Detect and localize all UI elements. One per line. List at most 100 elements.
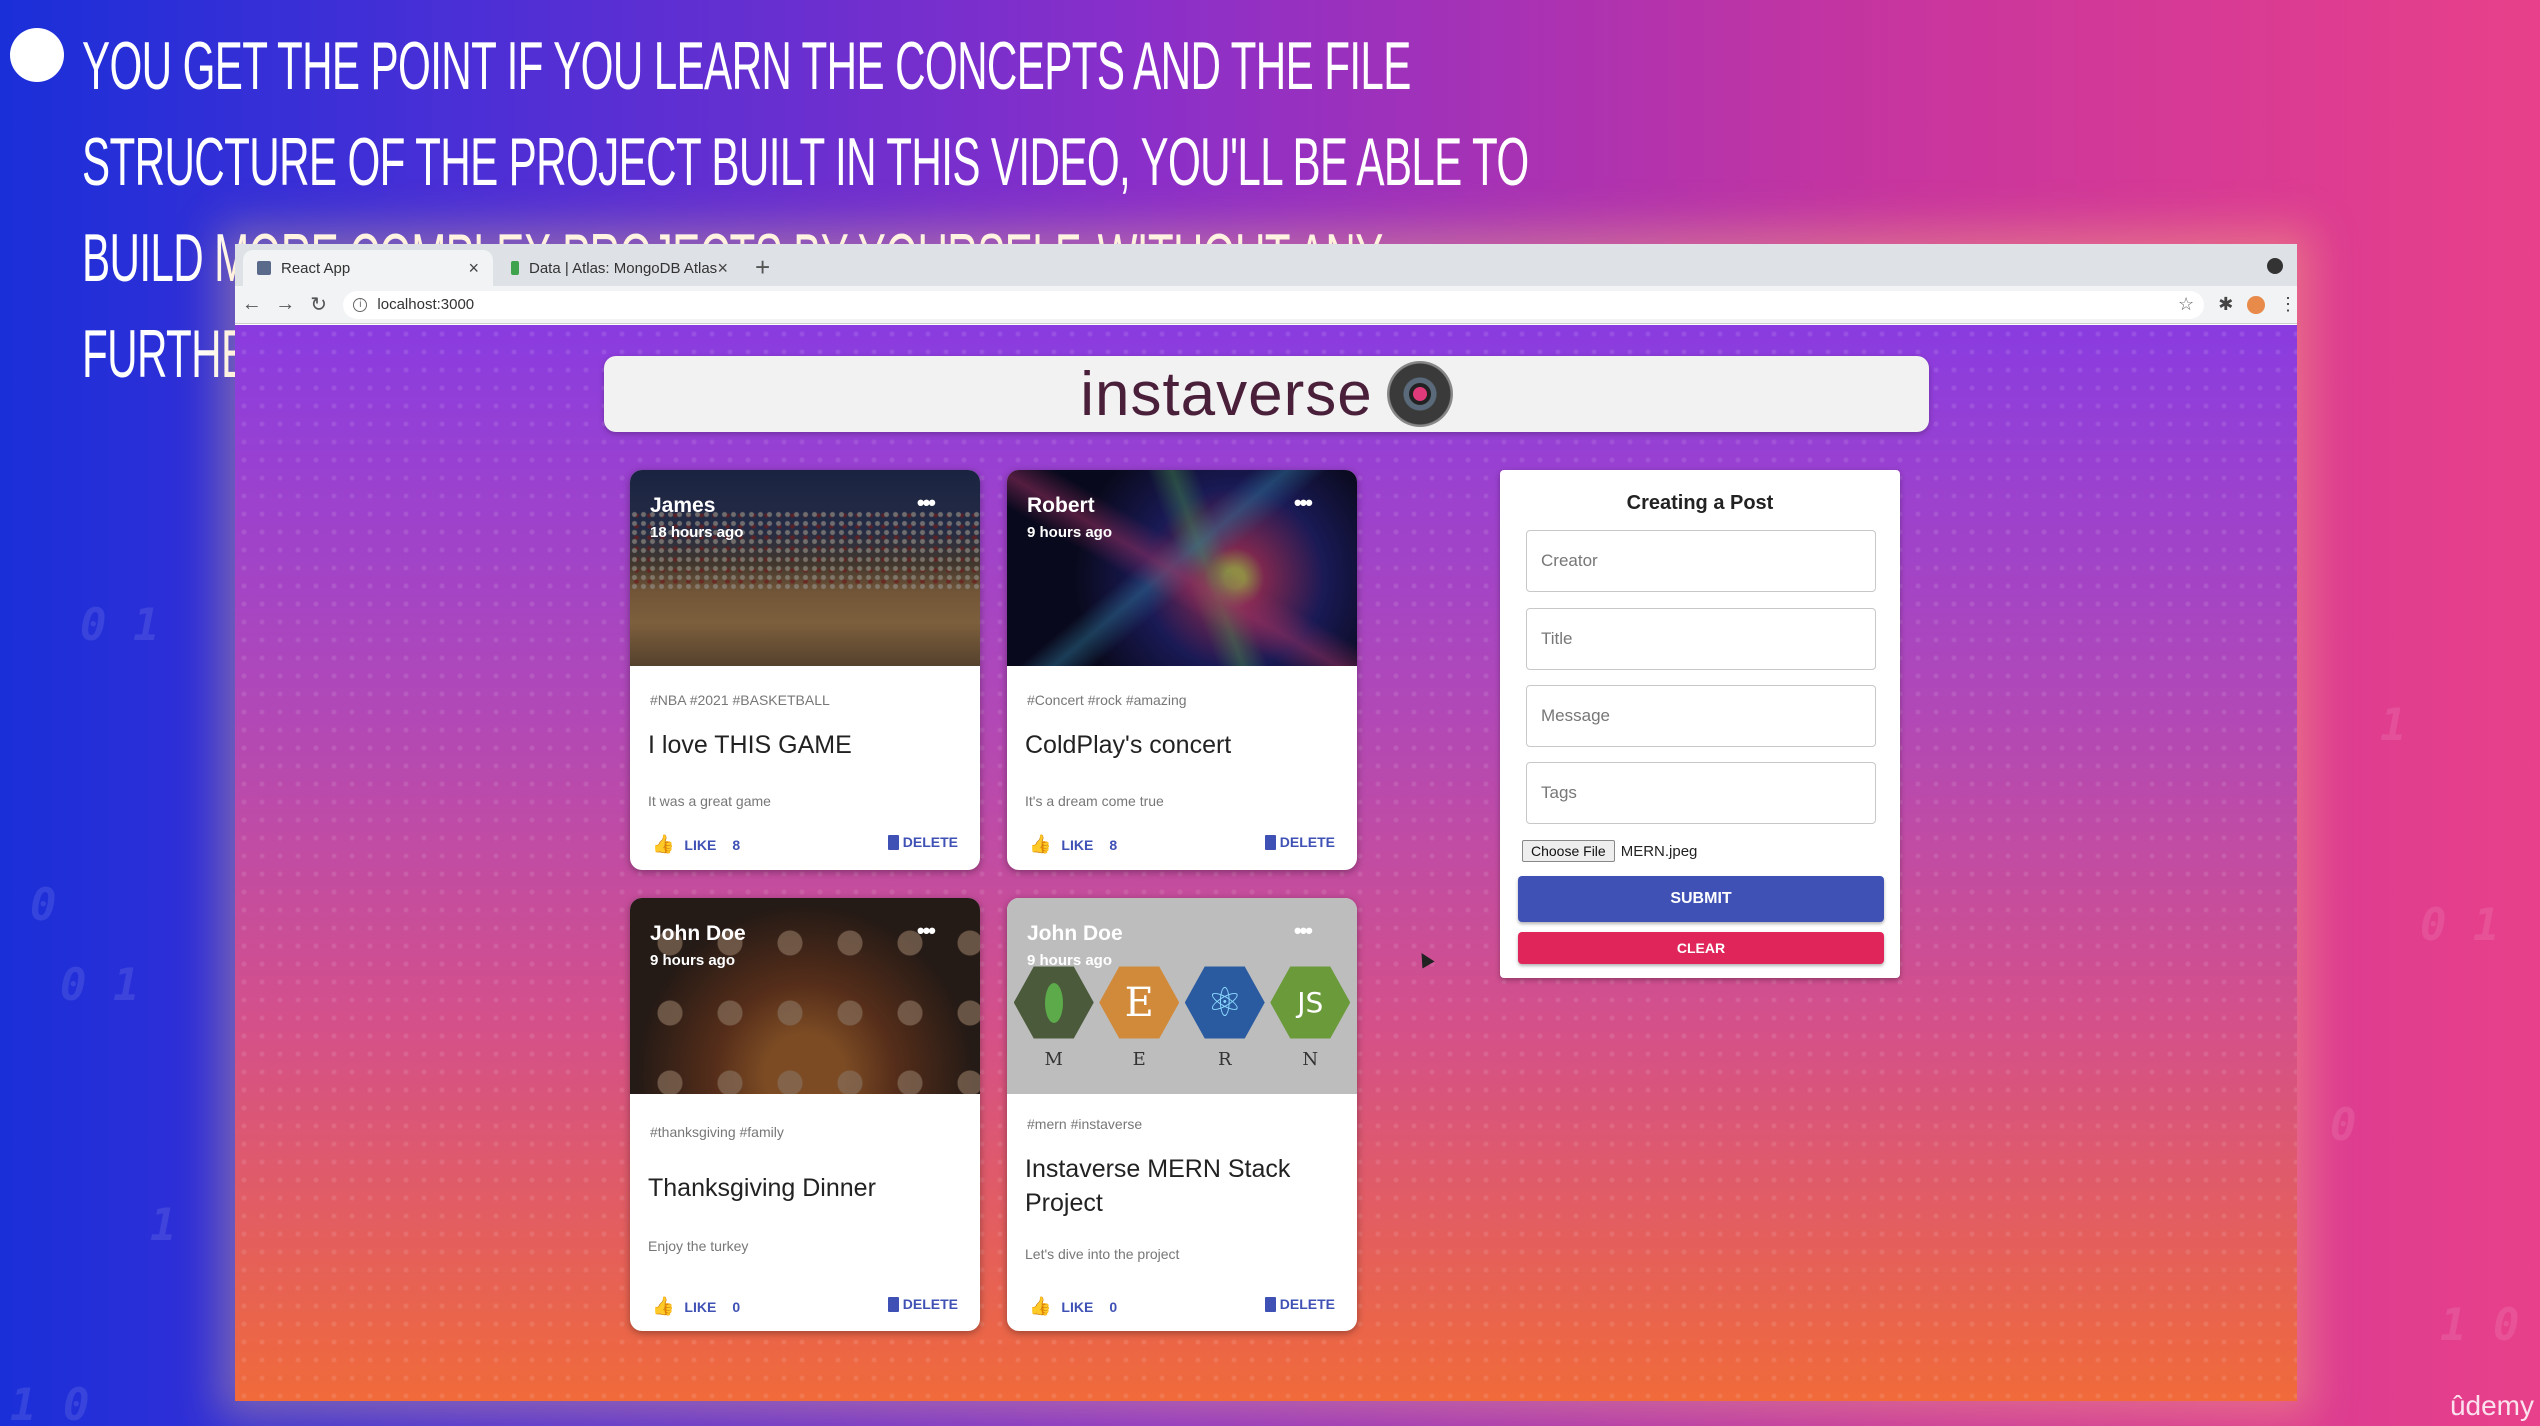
- address-text: localhost:3000: [377, 296, 475, 313]
- form-title: Creating a Post: [1626, 492, 1774, 514]
- back-arrow-icon[interactable]: ←: [235, 293, 268, 316]
- delete-button[interactable]: DELETE: [887, 834, 958, 850]
- close-tab-icon[interactable]: ×: [468, 258, 479, 279]
- post-creator: John Doe: [1027, 922, 1123, 945]
- post-title: ColdPlay's concert: [1025, 731, 1232, 759]
- forward-arrow-icon[interactable]: →: [268, 293, 301, 316]
- title-field[interactable]: Title: [1526, 608, 1876, 670]
- udemy-watermark: ûdemy: [2449, 1390, 2534, 1421]
- browser-window: React App × Data | Atlas: MongoDB Atlas …: [235, 244, 2297, 1401]
- post-card: John Doe 9 hours ago ••• #thanksgiving #…: [630, 898, 980, 1331]
- like-button[interactable]: 👍 LIKE 8: [652, 834, 740, 855]
- post-title: Thanksgiving Dinner: [648, 1174, 876, 1202]
- tab-bar: React App × Data | Atlas: MongoDB Atlas …: [235, 244, 2297, 286]
- tab-mongodb-atlas[interactable]: Data | Atlas: MongoDB Atlas ×: [497, 250, 742, 286]
- choose-file-button[interactable]: Choose File: [1522, 840, 1615, 862]
- post-creator: Robert: [1027, 494, 1095, 517]
- post-title: I love THIS GAME: [648, 731, 852, 759]
- post-tags: #Concert #rock #amazing: [1027, 692, 1187, 708]
- post-creator: James: [650, 494, 716, 517]
- post-message: It was a great game: [648, 793, 771, 809]
- message-field[interactable]: Message: [1526, 685, 1876, 747]
- delete-label: DELETE: [902, 834, 958, 850]
- tab-label: Data | Atlas: MongoDB Atlas: [529, 259, 718, 277]
- post-message: Let's dive into the project: [1025, 1246, 1180, 1262]
- creator-field[interactable]: Creator: [1526, 530, 1876, 592]
- more-options-icon[interactable]: •••: [1294, 918, 1313, 944]
- app-bar: instaverse: [604, 356, 1929, 432]
- delete-label: DELETE: [902, 1296, 958, 1312]
- like-button[interactable]: 👍 LIKE 0: [1029, 1296, 1117, 1317]
- delete-button[interactable]: DELETE: [1264, 1296, 1335, 1312]
- post-time: 18 hours ago: [650, 524, 744, 541]
- post-creator: John Doe: [650, 922, 746, 945]
- menu-kebab-icon[interactable]: ⋮: [2279, 294, 2297, 315]
- new-tab-button[interactable]: +: [755, 252, 770, 283]
- post-card: Robert 9 hours ago ••• #Concert #rock #a…: [1007, 470, 1357, 870]
- close-tab-icon[interactable]: ×: [717, 258, 728, 279]
- trash-icon: [887, 834, 899, 850]
- tab-label: React App: [281, 259, 351, 277]
- bookmark-star-icon[interactable]: ☆: [2178, 294, 2194, 315]
- like-count: 0: [1109, 1298, 1118, 1315]
- post-message: It's a dream come true: [1025, 793, 1164, 809]
- file-name: MERN.jpeg: [1620, 842, 1698, 860]
- submit-button[interactable]: SUBMIT: [1518, 876, 1884, 922]
- post-time: 9 hours ago: [650, 952, 736, 969]
- post-card: M E E ⚛ R JS N John Doe 9 hours ago ••• …: [1007, 898, 1357, 1331]
- react-hex-icon: ⚛ R: [1184, 963, 1265, 1070]
- mongodb-hex-icon: M: [1013, 963, 1094, 1070]
- window-close-icon[interactable]: [2267, 258, 2283, 274]
- like-button[interactable]: 👍 LIKE 0: [652, 1296, 740, 1317]
- app-title: instaverse: [1080, 359, 1373, 429]
- mouse-cursor-icon: [1415, 949, 1435, 969]
- thumb-up-icon: 👍: [652, 1296, 675, 1316]
- reload-icon[interactable]: ↻: [302, 292, 335, 317]
- browser-toolbar: ← → ↻ i localhost:3000 ☆ ✱ ⋮: [235, 286, 2297, 324]
- create-post-form: Creating a Post Creator Title Message Ta…: [1500, 470, 1900, 978]
- tab-react-app[interactable]: React App ×: [243, 250, 493, 286]
- extensions-puzzle-icon[interactable]: ✱: [2218, 294, 2233, 315]
- like-label: LIKE: [684, 1298, 717, 1315]
- thumb-up-icon: 👍: [1029, 834, 1052, 854]
- post-tags: #thanksgiving #family: [650, 1124, 784, 1140]
- file-input: Choose File MERN.jpeg: [1522, 840, 1697, 862]
- delete-button[interactable]: DELETE: [887, 1296, 958, 1312]
- bullet-dot: [10, 28, 64, 82]
- more-options-icon[interactable]: •••: [917, 490, 936, 516]
- more-options-icon[interactable]: •••: [917, 918, 936, 944]
- react-favicon-icon: [257, 261, 271, 275]
- like-label: LIKE: [1061, 836, 1094, 853]
- post-time: 9 hours ago: [1027, 524, 1113, 541]
- camera-logo-icon: [1386, 361, 1453, 427]
- like-label: LIKE: [684, 836, 717, 853]
- address-bar[interactable]: i localhost:3000 ☆: [343, 290, 2205, 319]
- delete-label: DELETE: [1279, 834, 1335, 850]
- page-viewport: instaverse James 18 hours ago ••• #NBA #…: [235, 325, 2297, 1401]
- delete-label: DELETE: [1279, 1296, 1335, 1312]
- post-message: Enjoy the turkey: [648, 1238, 749, 1254]
- like-button[interactable]: 👍 LIKE 8: [1029, 834, 1117, 855]
- trash-icon: [887, 1296, 899, 1312]
- nodejs-hex-icon: JS N: [1270, 963, 1351, 1070]
- info-icon[interactable]: i: [353, 297, 368, 312]
- trash-icon: [1264, 1296, 1276, 1312]
- post-tags: #mern #instaverse: [1027, 1116, 1143, 1132]
- clear-button[interactable]: CLEAR: [1518, 932, 1884, 964]
- thumb-up-icon: 👍: [652, 834, 675, 854]
- post-time: 9 hours ago: [1027, 952, 1113, 969]
- like-count: 8: [732, 836, 741, 853]
- like-count: 0: [732, 1298, 741, 1315]
- express-hex-icon: E E: [1099, 963, 1180, 1070]
- mongodb-leaf-icon: [511, 261, 519, 275]
- more-options-icon[interactable]: •••: [1294, 490, 1313, 516]
- thumb-up-icon: 👍: [1029, 1296, 1052, 1316]
- trash-icon: [1264, 834, 1276, 850]
- profile-avatar-icon[interactable]: [2247, 295, 2265, 314]
- delete-button[interactable]: DELETE: [1264, 834, 1335, 850]
- like-label: LIKE: [1061, 1298, 1094, 1315]
- post-card: James 18 hours ago ••• #NBA #2021 #BASKE…: [630, 470, 980, 870]
- post-tags: #NBA #2021 #BASKETBALL: [650, 692, 830, 708]
- like-count: 8: [1109, 836, 1118, 853]
- tags-field[interactable]: Tags: [1526, 762, 1876, 824]
